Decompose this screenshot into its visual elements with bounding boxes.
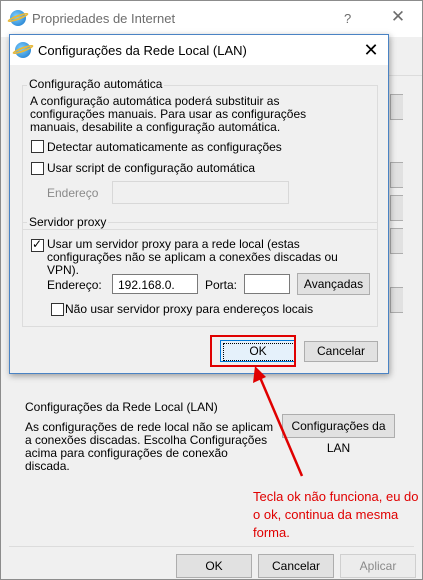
annotation-text: Tecla ok não funciona, eu do o ok, conti… (253, 489, 419, 540)
